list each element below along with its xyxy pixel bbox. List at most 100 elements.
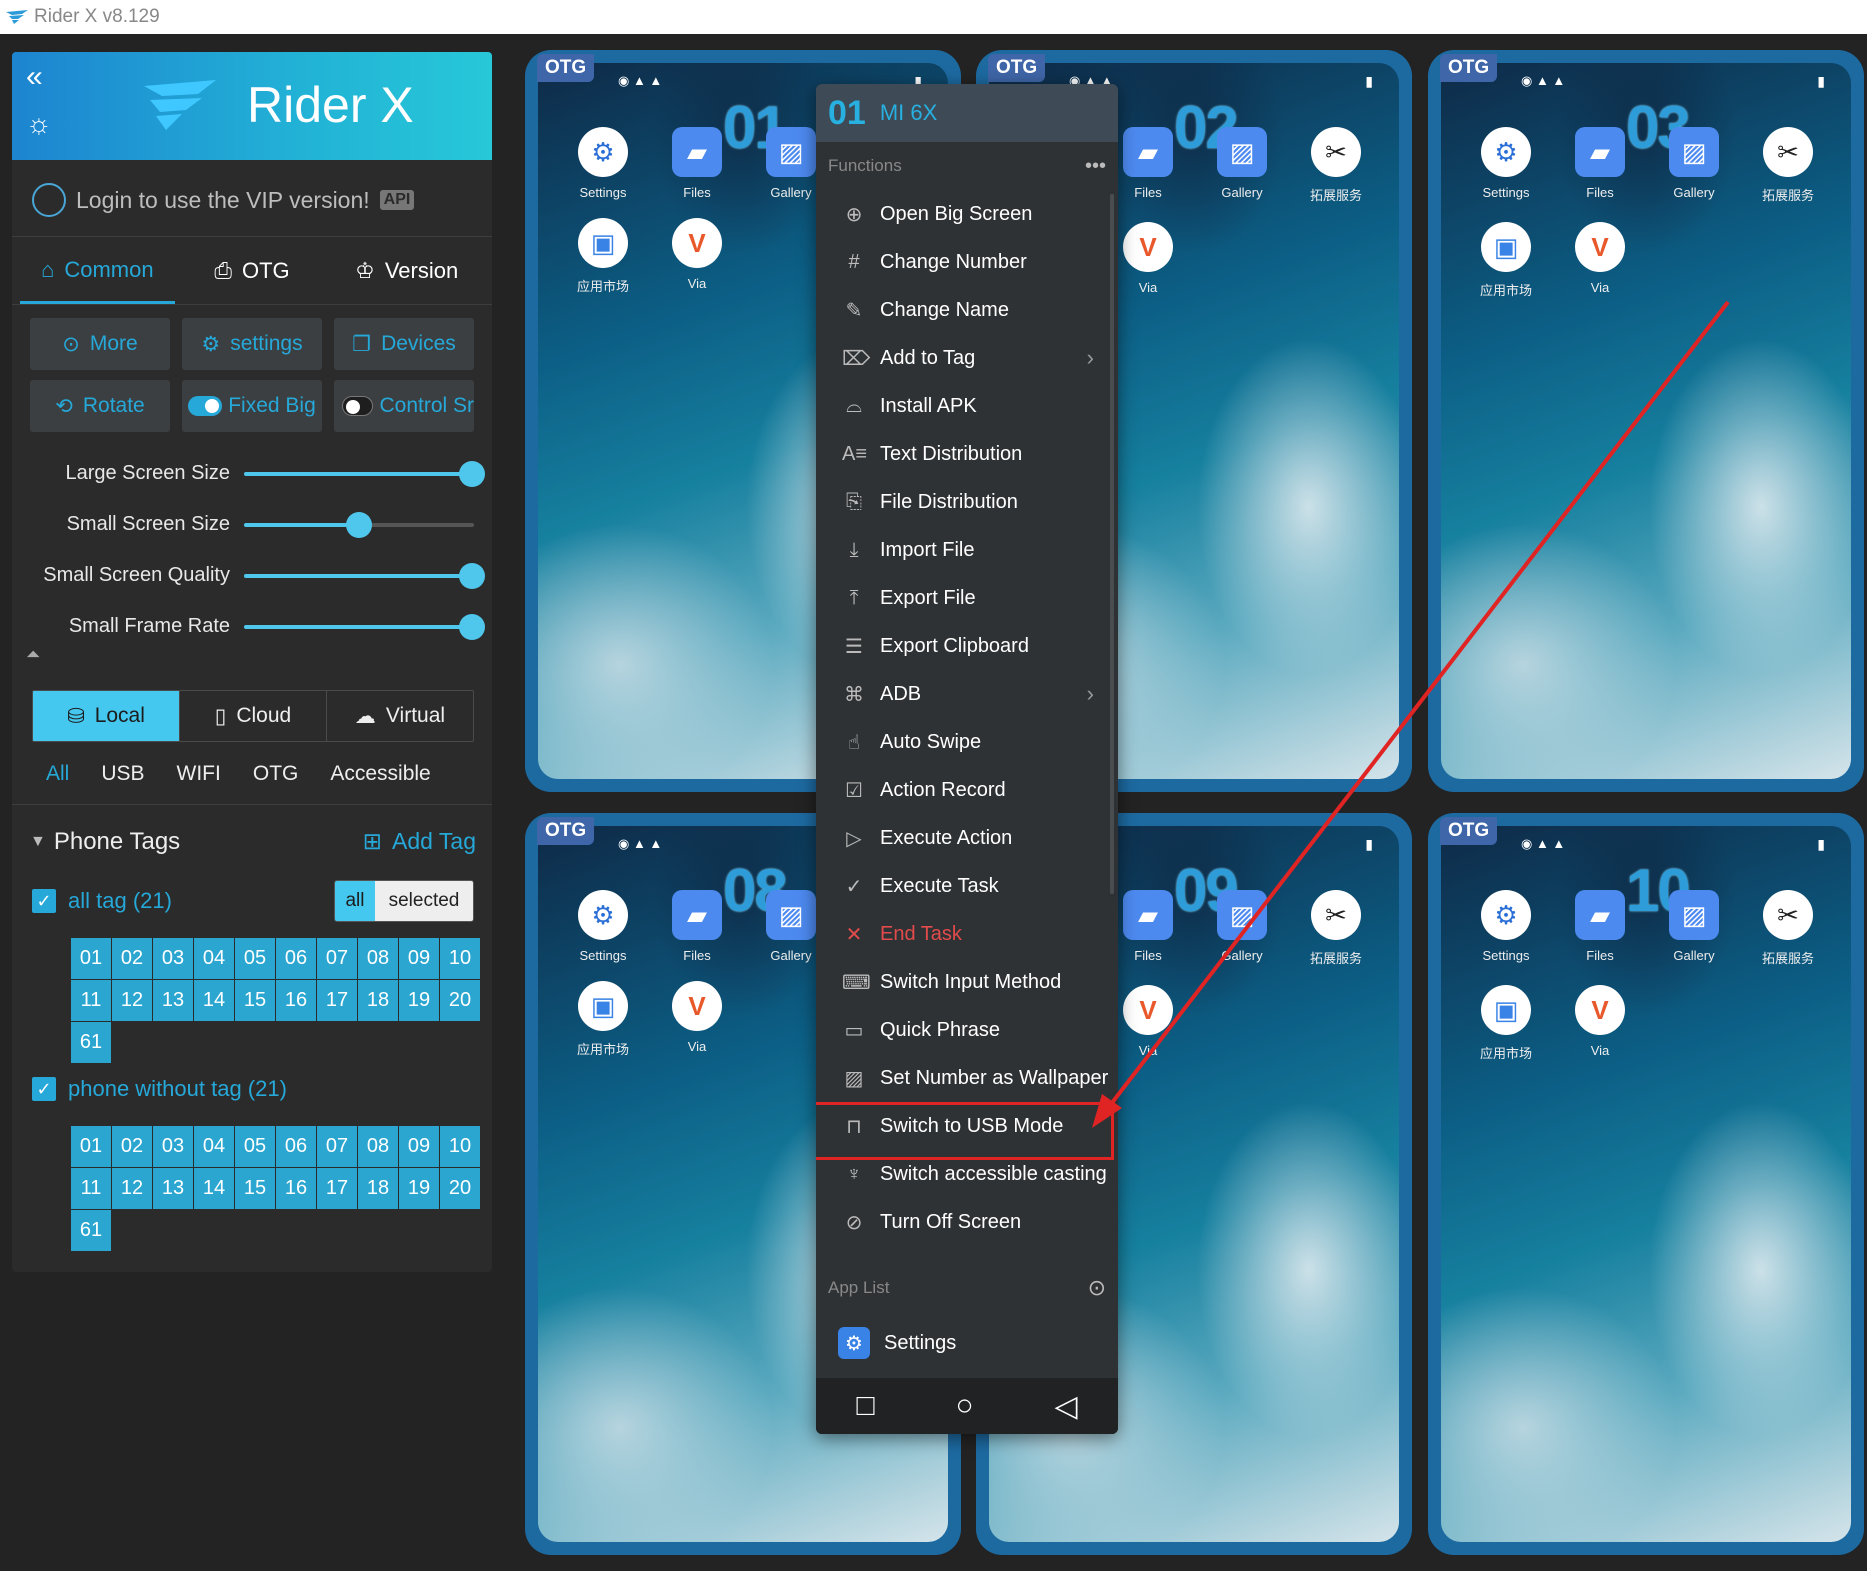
app-store[interactable]: ▣ 应用市场	[1459, 222, 1553, 299]
device-number-chip[interactable]: 03	[153, 938, 194, 980]
theme-toggle-icon[interactable]: ☼	[26, 110, 52, 138]
app-files[interactable]: ▰ Files	[650, 127, 744, 200]
device-number-chip[interactable]: 19	[399, 980, 440, 1022]
selected-option[interactable]: selected	[375, 881, 473, 921]
device-number-chip[interactable]: 11	[71, 1168, 112, 1210]
all-option[interactable]: all	[335, 881, 375, 921]
app-via[interactable]: V Via	[650, 218, 744, 295]
menu-item[interactable]: ⊕ Open Big Screen	[816, 190, 1118, 238]
device-number-chip[interactable]: 08	[358, 1126, 399, 1168]
device-number-chip[interactable]: 13	[153, 980, 194, 1022]
device-number-chip[interactable]: 15	[235, 980, 276, 1022]
device-number-chip[interactable]: 16	[276, 980, 317, 1022]
device-number-chip[interactable]: 12	[112, 980, 153, 1022]
app-tool[interactable]: ✂ 拓展服务	[1289, 890, 1383, 967]
tab-cloud[interactable]: ▯ Cloud	[180, 691, 327, 741]
tab-common[interactable]: ⌂ Common	[20, 238, 175, 304]
checkbox[interactable]: ✓	[32, 1077, 56, 1101]
device-number-chip[interactable]: 07	[317, 938, 358, 980]
app-gallery[interactable]: ▨ Gallery	[1647, 127, 1741, 204]
back-icon[interactable]: ◁	[1054, 1389, 1077, 1424]
device-number-chip[interactable]: 15	[235, 1168, 276, 1210]
device-number-chip[interactable]: 05	[235, 938, 276, 980]
app-files[interactable]: ▰ Files	[1553, 890, 1647, 967]
device-number-chip[interactable]: 10	[440, 1126, 481, 1168]
group-phone-without-tag[interactable]: ✓ phone without tag (21)	[32, 1076, 287, 1102]
device-number-chip[interactable]: 02	[112, 938, 153, 980]
more-button[interactable]: ⊙ More	[30, 318, 170, 370]
menu-item[interactable]: A≡ Text Distribution	[816, 430, 1118, 478]
app-gallery[interactable]: ▨ Gallery	[1195, 127, 1289, 204]
device-number-chip[interactable]: 05	[235, 1126, 276, 1168]
menu-item[interactable]: ▷ Execute Action	[816, 814, 1118, 862]
menu-item[interactable]: ⊓ Switch to USB Mode	[816, 1102, 1118, 1160]
device-number-chip[interactable]: 09	[399, 1126, 440, 1168]
phone-tile[interactable]: ◉ ▲ ▲ ▮ 10 ⚙ Settings ▰ Files ▨ Gallery ✂ 拓展服务 ▣…	[1428, 813, 1864, 1555]
phone-screen[interactable]: ◉ ▲ ▲ ▮ 10 ⚙ Settings ▰ Files ▨ Gallery ✂ 拓展服务 ▣…	[1441, 826, 1851, 1542]
add-tag-button[interactable]: ⊞ Add Tag	[363, 828, 476, 855]
menu-item[interactable]: ⎘ File Distribution	[816, 478, 1118, 526]
menu-item[interactable]: ☰ Export Clipboard	[816, 622, 1118, 670]
slider-track[interactable]	[244, 512, 474, 538]
menu-item[interactable]: ☑ Action Record	[816, 766, 1118, 814]
more-dots-icon[interactable]: •••	[1085, 155, 1106, 178]
device-number-chip[interactable]: 17	[317, 980, 358, 1022]
app-settings[interactable]: ⚙ Settings	[1459, 890, 1553, 967]
app-via[interactable]: V Via	[650, 981, 744, 1058]
menu-item[interactable]: # Change Number	[816, 238, 1118, 286]
device-number-chip[interactable]: 08	[358, 938, 399, 980]
menu-item[interactable]: ⌦ Add to Tag ›	[816, 334, 1118, 382]
device-number-chip[interactable]: 12	[112, 1168, 153, 1210]
device-number-chip[interactable]: 20	[440, 1168, 481, 1210]
toggle-switch[interactable]	[188, 396, 223, 416]
login-text[interactable]: Login to use the VIP version!	[76, 187, 370, 214]
device-number-chip[interactable]: 61	[71, 1210, 112, 1252]
tab-version[interactable]: ♔ Version	[329, 238, 484, 304]
device-number-chip[interactable]: 04	[194, 1126, 235, 1168]
menu-item[interactable]: ⤓ Import File	[816, 526, 1118, 574]
app-via[interactable]: V Via	[1553, 985, 1647, 1062]
app-store[interactable]: ▣ 应用市场	[1459, 985, 1553, 1062]
filter-otg[interactable]: OTG	[237, 756, 315, 798]
menu-item[interactable]: ▨ Set Number as Wallpaper	[816, 1054, 1118, 1102]
slider-track[interactable]	[244, 563, 485, 589]
menu-item[interactable]: ⊘ Turn Off Screen	[816, 1198, 1118, 1246]
more-circle-icon[interactable]: ⊙	[1088, 1275, 1106, 1301]
device-number-chip[interactable]: 18	[358, 980, 399, 1022]
filter-accessible[interactable]: Accessible	[314, 756, 446, 798]
collapse-sidebar-icon[interactable]: «	[26, 62, 43, 92]
app-store[interactable]: ▣ 应用市场	[556, 981, 650, 1058]
device-number-chip[interactable]: 20	[440, 980, 481, 1022]
slider-track[interactable]	[244, 614, 485, 640]
device-number-chip[interactable]: 01	[71, 938, 112, 980]
menu-item[interactable]: ✓ Execute Task	[816, 862, 1118, 910]
app-tool[interactable]: ✂ 拓展服务	[1289, 127, 1383, 204]
device-number-chip[interactable]: 10	[440, 938, 481, 980]
menu-item[interactable]: ▭ Quick Phrase	[816, 1006, 1118, 1054]
app-tool[interactable]: ✂ 拓展服务	[1741, 890, 1835, 967]
device-number-chip[interactable]: 13	[153, 1168, 194, 1210]
filter-all[interactable]: All	[36, 756, 85, 798]
filter-usb[interactable]: USB	[85, 756, 160, 798]
collapse-up-icon[interactable]: ⏶	[26, 644, 40, 665]
device-number-chip[interactable]: 04	[194, 938, 235, 980]
menu-item[interactable]: ⌘ ADB ›	[816, 670, 1118, 718]
slider-track[interactable]	[244, 461, 485, 487]
app-settings[interactable]: ⚙ Settings	[556, 127, 650, 200]
menu-item[interactable]: ☝ Auto Swipe	[816, 718, 1118, 766]
device-number-chip[interactable]: 61	[71, 1022, 112, 1064]
app-via[interactable]: V Via	[1553, 222, 1647, 299]
device-number-chip[interactable]: 03	[153, 1126, 194, 1168]
device-number-chip[interactable]: 16	[276, 1168, 317, 1210]
device-number-chip[interactable]: 06	[276, 1126, 317, 1168]
app-settings[interactable]: ⚙ Settings	[1459, 127, 1553, 204]
menu-item[interactable]: ✎ Change Name	[816, 286, 1118, 334]
device-number-chip[interactable]: 11	[71, 980, 112, 1022]
tab-virtual[interactable]: ☁ Virtual	[327, 691, 473, 741]
checkbox[interactable]: ✓	[32, 889, 56, 913]
home-circle-icon[interactable]: ○	[955, 1389, 973, 1423]
device-number-chip[interactable]: 06	[276, 938, 317, 980]
recent-apps-icon[interactable]: □	[856, 1389, 874, 1423]
app-files[interactable]: ▰ Files	[650, 890, 744, 963]
filter-wifi[interactable]: WIFI	[161, 756, 237, 798]
